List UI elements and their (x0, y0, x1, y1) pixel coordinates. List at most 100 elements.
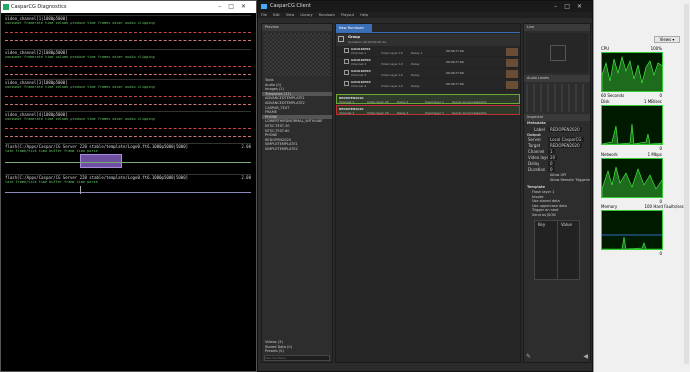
rundown-item[interactable]: GO1010P03 Channel 3 Video layer 10 Delay… (336, 69, 520, 79)
field-label: Target (528, 143, 541, 149)
graph-label: Disk (601, 99, 610, 104)
client-title: CasparCG Client (270, 3, 311, 9)
tab-new-rundown[interactable]: New Rundown (336, 24, 372, 32)
item-server: Server Local CasparCG (452, 111, 487, 115)
group-sub: Somebox 00:00:00:00 Aa (348, 40, 387, 44)
video-layer-spinbox[interactable]: 20 (548, 155, 558, 161)
disk-graph (601, 105, 663, 145)
item-type-icon (344, 81, 349, 86)
item-thumbnail (506, 81, 518, 89)
library-filter-input[interactable] (264, 355, 330, 361)
item-server: Server Local CasparCG (452, 100, 487, 104)
item-channel: Channel 1 (339, 111, 355, 115)
cpu-graph-plot (602, 55, 662, 91)
menu-library[interactable]: Library (300, 13, 312, 17)
item-thumbnail (506, 70, 518, 78)
item-time: 00:00:??:00 (446, 49, 464, 53)
menu-help[interactable]: Help (360, 13, 368, 17)
item-layer: Video layer 10 (381, 62, 403, 66)
window-controls[interactable]: –□✕ (554, 1, 589, 12)
menu-rundown[interactable]: Rundown (319, 13, 335, 17)
item-delay: Delay 2 (397, 111, 409, 115)
close-icon[interactable]: ✕ (241, 3, 253, 10)
window-controls[interactable]: –□✕ (218, 1, 253, 13)
graph-zero: 0 (659, 251, 662, 256)
minimize-icon[interactable]: – (218, 3, 228, 10)
item-channel: Channel 2 (351, 62, 367, 66)
list-item[interactable]: SIMPLETEMPLATE2 (262, 147, 332, 152)
diagnostics-titlebar[interactable]: CasparCG Diagnostics –□✕ (1, 1, 256, 13)
app-icon (3, 4, 9, 10)
minimize-icon[interactable]: – (554, 3, 564, 10)
views-button[interactable]: Views ▾ (654, 36, 680, 43)
item-thumbnail (506, 59, 518, 67)
flash-value: 2.00 (241, 175, 251, 180)
item-layer: Video layer 10 (381, 84, 403, 88)
flash-graph-2: flash[C:/Apps/Caspar/CG Server 220 stabl… (5, 174, 251, 204)
item-delay: Delay 2 (397, 100, 409, 104)
menu-playout[interactable]: Playout (341, 13, 354, 17)
item-extra: Used layer 1 (425, 100, 444, 104)
graph-line (5, 96, 251, 97)
rundown-group[interactable]: Group Somebox 00:00:00:00 Aa (336, 34, 520, 46)
group-name: Group (348, 35, 361, 39)
maximize-icon[interactable]: □ (564, 3, 577, 10)
memory-graph-plot (602, 234, 662, 249)
diagnostics-title: CasparCG Diagnostics (11, 4, 67, 10)
rundown-item[interactable]: GO1010P04 Channel 4 Video layer 10 Delay… (336, 80, 520, 90)
library-panel: Preview Tools Audio (0) Images (1) Templ… (261, 23, 333, 363)
channel-spinbox[interactable]: 1 (548, 149, 555, 155)
channel-legend: consumer framerate time volume produce t… (5, 85, 155, 89)
close-icon[interactable]: ✕ (577, 3, 589, 10)
client-window: CasparCG Client –□✕ File Edit View Libra… (257, 0, 593, 372)
allow-remote-checkbox[interactable]: Allow Remote Triggering (524, 178, 590, 183)
output-fields: Server Local CasparCG Target REDOPEN2020 C… (524, 137, 590, 173)
send-as-json-checkbox[interactable]: Send as JSON (524, 213, 590, 218)
channel-legend: consumer framerate time volume produce t… (5, 117, 155, 121)
channel-legend: consumer framerate time volume produce t… (5, 21, 155, 25)
server-select[interactable]: Local CasparCG (548, 137, 584, 143)
menu-view[interactable]: View (286, 13, 294, 17)
graph-label: CPU (601, 46, 610, 51)
label-row: Label REDOPEN2020 (524, 126, 590, 133)
template-data-table[interactable]: Key Value (534, 219, 580, 280)
views-label: Views (659, 37, 672, 42)
delay-spinbox[interactable]: 0 (548, 161, 555, 167)
group-items: GO1010P01 Channel 1 Video layer 10 Delay… (336, 47, 520, 91)
graph-line (5, 192, 251, 193)
graph-spike (80, 186, 81, 194)
audio-levels-header: Audio Levels (524, 75, 590, 82)
flash-layer-spinbox[interactable]: 1 (552, 190, 554, 194)
label-value[interactable]: REDOPEN2020 (548, 126, 582, 132)
scrollbar[interactable] (684, 4, 689, 364)
preview-area (264, 33, 330, 76)
flash-legend: late frame/tick time buffer frame time p… (5, 180, 98, 184)
item-channel: Channel 1 (339, 100, 355, 104)
target-select[interactable]: REDOPEN2020 (548, 143, 582, 149)
rundown-item-active[interactable]: REDOPEN2020 Channel 1 Video layer 20 Del… (336, 105, 520, 115)
menu-bar: File Edit View Library Rundown Playout H… (258, 12, 592, 18)
duration-spinbox[interactable]: 0 (548, 167, 555, 173)
graph-line (5, 66, 251, 67)
speaker-icon[interactable]: ◀ (583, 353, 588, 360)
field-label: Flash layer (532, 189, 552, 194)
channel-legend: consumer framerate time volume produce t… (5, 55, 155, 59)
menu-file[interactable]: File (261, 13, 267, 17)
rundown-item-selected[interactable]: REDOPEN2020 Channel 1 Video layer 20 Del… (336, 94, 520, 104)
rundown-item[interactable]: GO1010P02 Channel 2 Video layer 10 Delay… (336, 58, 520, 68)
memory-graph (601, 210, 663, 250)
live-area (526, 33, 588, 73)
column-divider (557, 220, 558, 279)
client-titlebar[interactable]: CasparCG Client –□✕ (258, 1, 592, 12)
rundown-item[interactable]: GO1010P01 Channel 1 Video layer 10 Delay… (336, 47, 520, 57)
preview-header: Preview (262, 24, 332, 31)
item-delay: Delay (411, 84, 420, 88)
brush-icon[interactable]: ✎ (526, 353, 531, 360)
cpu-graph (601, 52, 663, 92)
app-icon (261, 4, 267, 9)
inspector-header: Inspector (524, 114, 590, 121)
library-tab-presets[interactable]: Presets (0) (262, 349, 332, 354)
flash-graph-1: flash[C:/Apps/Caspar/CG Server 220 stabl… (5, 143, 251, 173)
menu-edit[interactable]: Edit (273, 13, 280, 17)
maximize-icon[interactable]: □ (228, 3, 241, 10)
